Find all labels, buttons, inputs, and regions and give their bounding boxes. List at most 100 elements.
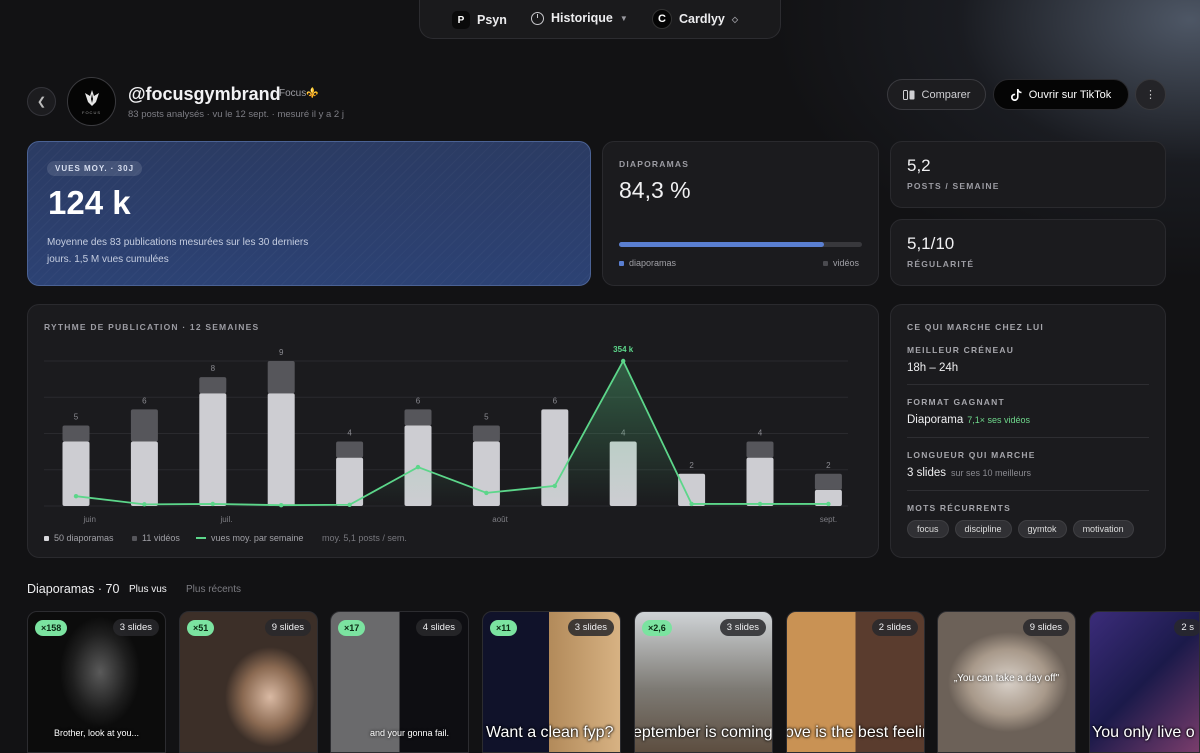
chevron-down-icon: ▼ — [619, 13, 628, 23]
back-button[interactable]: ❮ — [27, 87, 56, 116]
bar-total-label: 6 — [553, 396, 558, 405]
bar-videos — [472, 425, 500, 442]
bar-videos — [404, 409, 432, 426]
compare-button[interactable]: Comparer — [887, 79, 986, 110]
word-tag[interactable]: motivation — [1072, 520, 1134, 538]
length-name: 3 slides — [907, 467, 946, 479]
views-point — [415, 464, 421, 470]
compare-label: Comparer — [921, 88, 971, 101]
length-label: LONGUEUR QUI MARCHE — [907, 450, 1036, 460]
chart-legend-slides-label: 50 diaporamas — [54, 533, 114, 543]
word-tag[interactable]: discipline — [954, 520, 1012, 538]
legend-slideshows-label: diaporamas — [629, 258, 677, 268]
views-point — [826, 501, 831, 507]
format-label: FORMAT GAGNANT — [907, 397, 1005, 407]
tab-most-recent[interactable]: Plus récents — [186, 584, 241, 595]
slideshow-share-fill — [619, 242, 824, 247]
history-label: Historique — [551, 11, 613, 25]
slide-count-badge: 9 slides — [264, 619, 311, 636]
recurring-words: focus discipline gymtok motivation — [907, 520, 1134, 538]
posts-per-week-label: POSTS / SEMAINE — [907, 181, 1000, 191]
multiplier-badge: ×11 — [490, 620, 517, 636]
top-nav-bar: P Psyn Historique ▼ C Cardlyy ◇ — [419, 0, 781, 39]
bar-slideshows — [199, 393, 227, 506]
views-point — [621, 358, 626, 364]
divider — [907, 437, 1149, 438]
views-point — [279, 502, 284, 508]
legend-slideshows-swatch — [619, 260, 624, 266]
posts-per-week-value: 5,2 — [907, 156, 931, 175]
bar-videos — [199, 377, 227, 394]
best-slot-label: MEILLEUR CRÉNEAU — [907, 345, 1015, 355]
slideshow-card[interactable]: 2 s You only live o — [1089, 611, 1200, 753]
slideshow-card[interactable]: 9 slides „You can take a day off" — [937, 611, 1076, 753]
chevron-left-icon: ❮ — [36, 96, 47, 108]
slideshow-caption: Brother, look at you... — [53, 728, 140, 738]
chart-legend-views-label: vues moy. par semaine — [211, 533, 304, 543]
avg-views-description: Moyenne des 83 publications mesurées sur… — [47, 237, 309, 265]
bar-total-label: 5 — [74, 412, 79, 421]
avatar: FOCUS — [67, 77, 116, 126]
views-point — [552, 483, 557, 489]
format-note: 7,1× ses vidéos — [967, 415, 1031, 425]
slideshow-card[interactable]: ×17 4 slides and your gonna fail. — [330, 611, 469, 753]
workspace-name: Cardlyy — [679, 12, 725, 26]
profile-handle: @focusgymbrand — [128, 84, 281, 104]
avatar-text: FOCUS — [82, 110, 101, 115]
divider — [907, 384, 1149, 385]
avg-views-label: VUES MOY. · 30J — [47, 161, 143, 176]
bar-total-label: 6 — [416, 396, 421, 405]
slideshow-caption: „You can take a day off" — [953, 673, 1060, 684]
slide-count-badge: 3 slides — [567, 619, 614, 636]
length-note: sur ses 10 meilleurs — [951, 468, 1032, 478]
bar-videos — [336, 441, 364, 458]
profile-meta: 83 posts analysés · vu le 12 sept. · mes… — [128, 109, 344, 120]
workspace-switcher[interactable]: C Cardlyy ◇ — [652, 9, 738, 29]
brand-link[interactable]: P Psyn — [452, 11, 507, 29]
bar-total-label: 4 — [758, 429, 763, 438]
insights-title: CE QUI MARCHE CHEZ LUI — [907, 322, 1044, 332]
recurring-words-label: MOTS RÉCURRENTS — [907, 503, 1011, 513]
compare-icon — [902, 89, 915, 100]
crown-logo-icon — [84, 90, 99, 106]
slideshow-card[interactable]: ×11 3 slides Want a clean fyp? — [482, 611, 621, 753]
chart-legend-slides: 50 diaporamas — [44, 533, 114, 543]
length-value: 3 slides sur ses 10 meilleurs — [907, 467, 1031, 479]
open-tiktok-button[interactable]: Ouvrir sur TikTok — [993, 79, 1129, 110]
history-menu[interactable]: Historique ▼ — [531, 11, 628, 25]
chart-legend-videos-swatch — [132, 535, 137, 541]
views-peak-label: 354 k — [613, 345, 634, 354]
chart-legend-views: vues moy. par semaine — [196, 533, 303, 543]
slideshow-card[interactable]: ×2,6 3 slides eptember is coming — [634, 611, 773, 753]
slideshow-share-bar — [619, 242, 862, 247]
views-point — [689, 501, 694, 507]
tab-most-viewed[interactable]: Plus vus — [129, 584, 167, 595]
divider — [907, 490, 1149, 491]
bar-slideshows — [746, 457, 774, 506]
views-point — [73, 493, 79, 499]
more-options-button[interactable]: ⋮ — [1135, 79, 1166, 110]
slideshow-caption: ove is the best feelin — [786, 724, 925, 741]
slideshow-share-label: DIAPORAMAS — [619, 159, 690, 169]
slideshow-caption: eptember is coming — [634, 724, 773, 741]
slideshow-card[interactable]: ×158 3 slides Brother, look at you... — [27, 611, 166, 753]
x-tick-label: juil. — [219, 515, 232, 524]
views-point — [347, 502, 352, 507]
psyn-logo-icon: P — [452, 11, 470, 29]
word-tag[interactable]: focus — [907, 520, 949, 538]
bar-total-label: 2 — [689, 461, 694, 470]
bar-total-label: 8 — [211, 364, 216, 373]
cardlyy-logo-icon: C — [652, 9, 672, 29]
slide-count-badge: 3 slides — [112, 619, 159, 636]
slideshow-card[interactable]: ×51 9 slides — [179, 611, 318, 753]
chart-legend-videos-label: 11 vidéos — [142, 533, 180, 543]
chevron-updown-icon: ◇ — [731, 14, 739, 24]
word-tag[interactable]: gymtok — [1017, 520, 1067, 538]
slideshow-caption: You only live o — [1092, 724, 1195, 741]
x-tick-label: sept. — [820, 515, 837, 524]
posts-per-week-card — [890, 141, 1166, 208]
slideshow-card[interactable]: 2 slides ove is the best feelin — [786, 611, 925, 753]
chart-legend-views-swatch — [196, 537, 206, 539]
slideshow-caption: and your gonna fail. — [369, 728, 450, 738]
format-value: Diaporama 7,1× ses vidéos — [907, 414, 1030, 426]
